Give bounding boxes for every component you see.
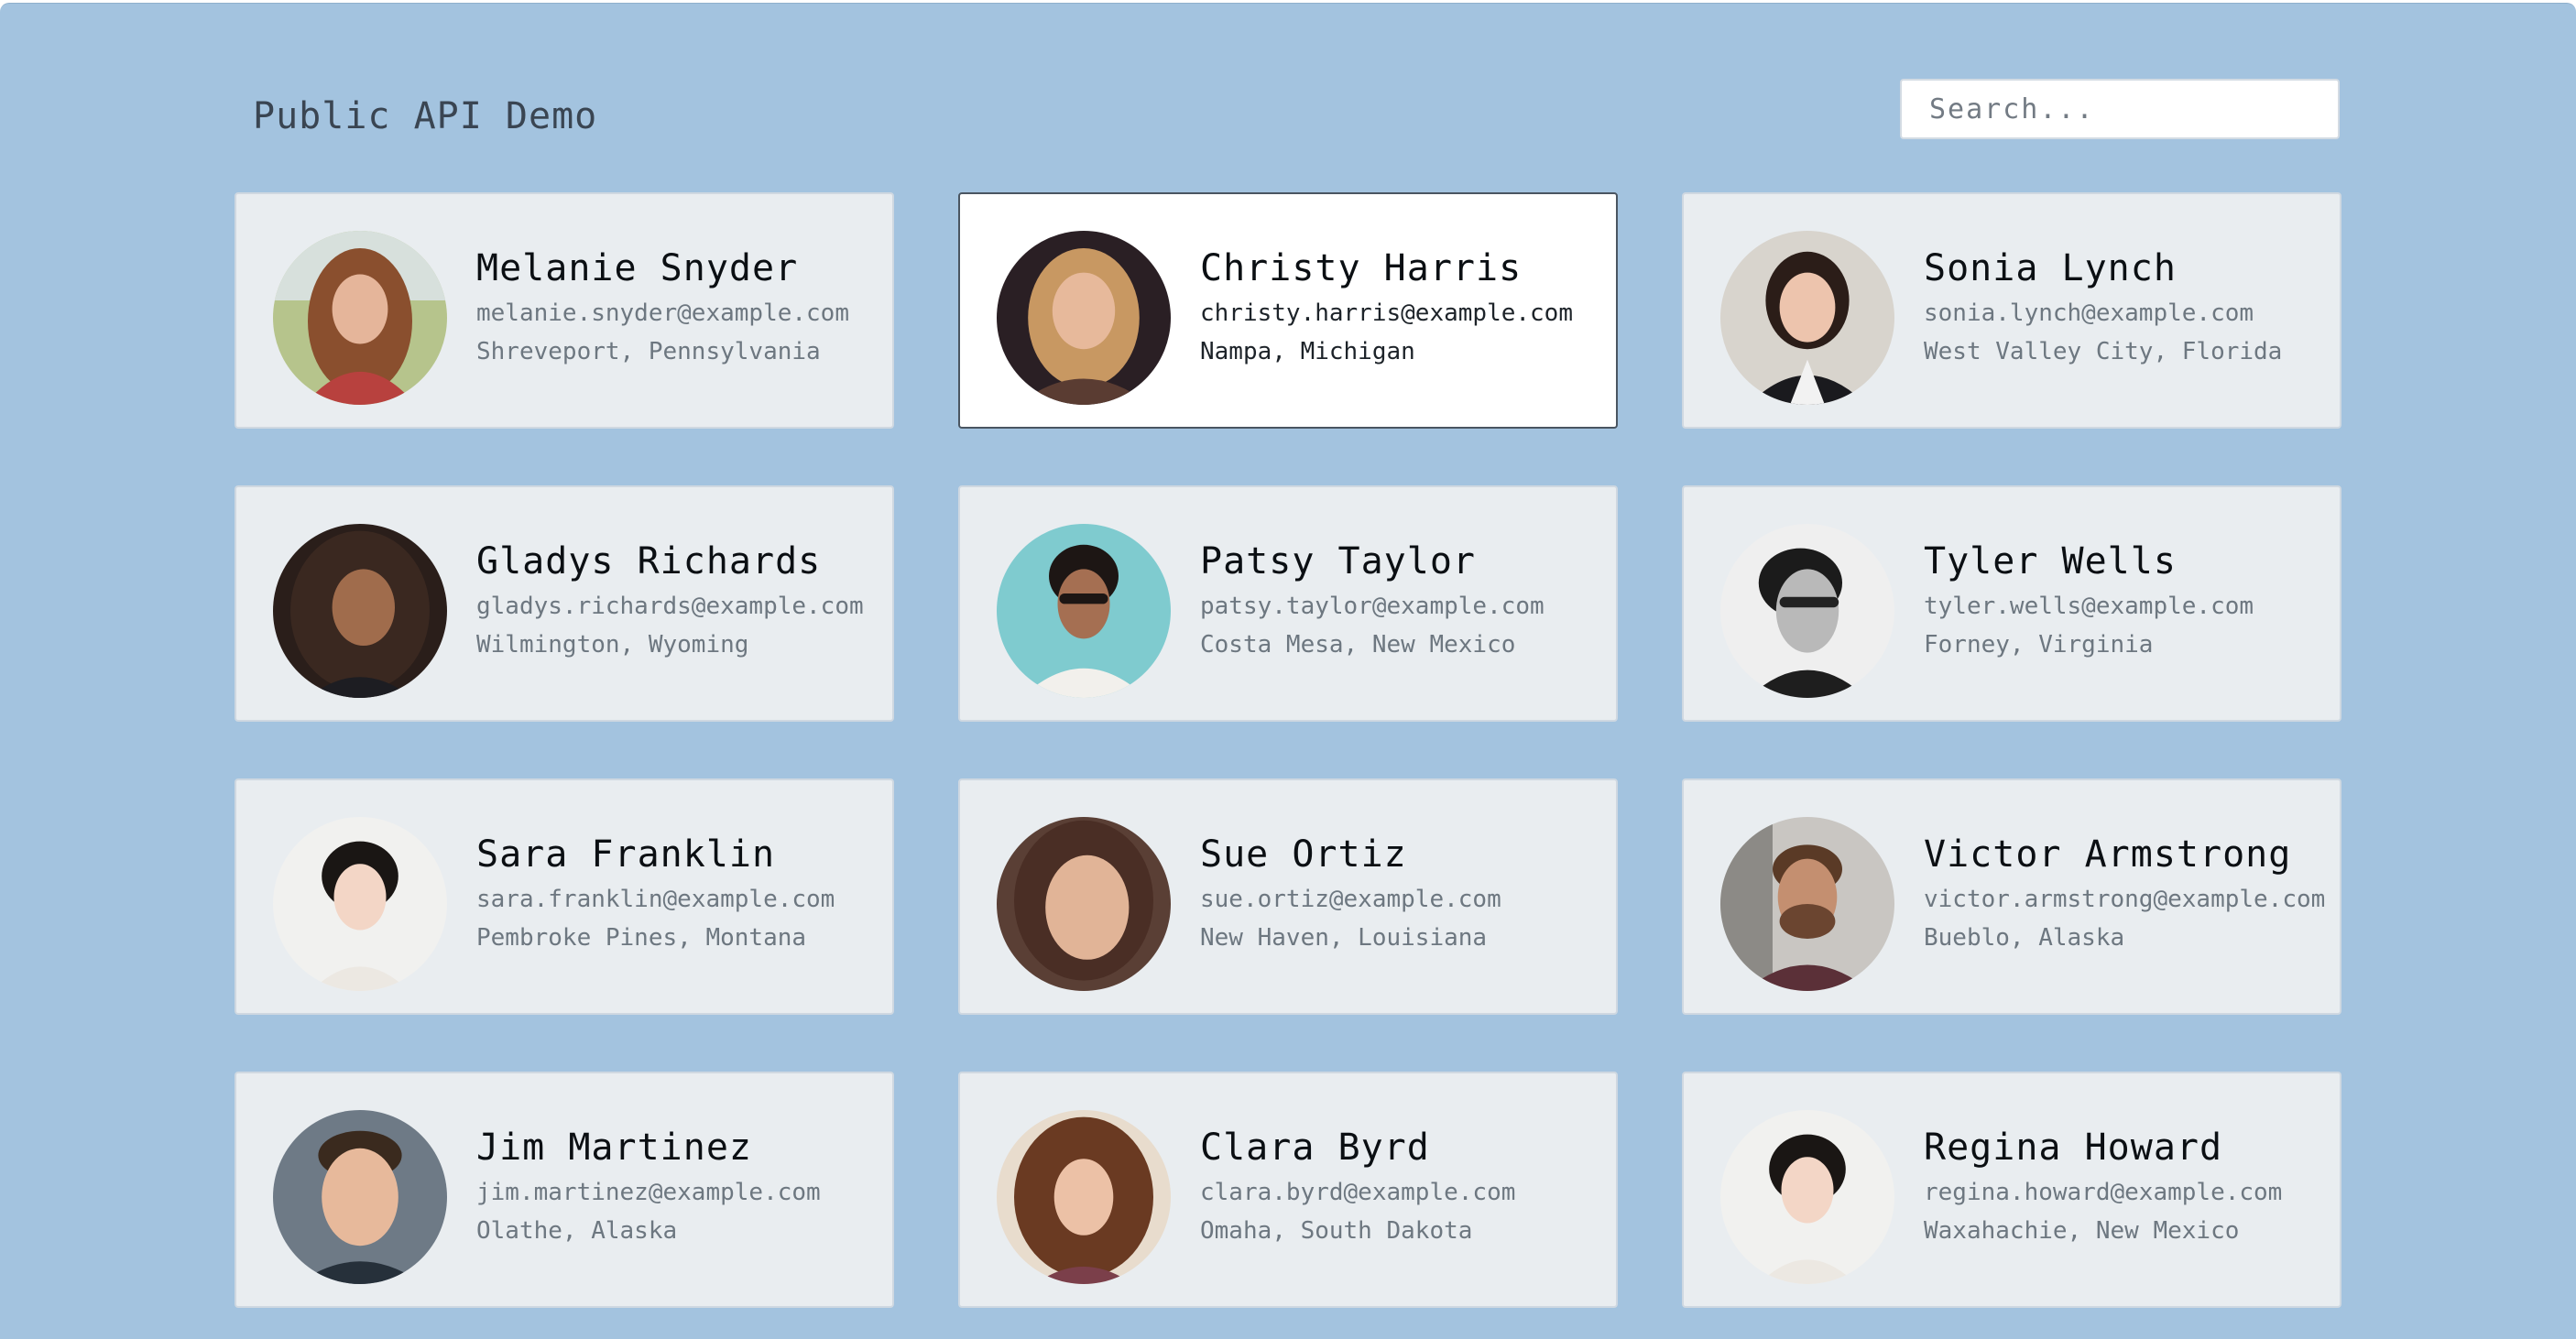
user-info: Regina Howard regina.howard@example.com … <box>1924 1127 2336 1247</box>
avatar <box>273 1110 447 1284</box>
user-info: Christy Harris christy.harris@example.co… <box>1200 247 1612 368</box>
avatar <box>273 817 447 991</box>
user-email: patsy.taylor@example.com <box>1200 593 1545 620</box>
user-location: Forney, Virginia <box>1924 631 2154 659</box>
avatar <box>997 817 1171 991</box>
user-info: Tyler Wells tyler.wells@example.com Forn… <box>1924 540 2336 661</box>
search-input[interactable] <box>1900 79 2340 139</box>
user-info: Sue Ortiz sue.ortiz@example.com New Have… <box>1200 833 1612 954</box>
user-card[interactable]: Regina Howard regina.howard@example.com … <box>1682 1072 2341 1308</box>
user-card[interactable]: Jim Martinez jim.martinez@example.com Ol… <box>235 1072 894 1308</box>
user-name: Christy Harris <box>1200 247 1523 289</box>
user-card[interactable]: Sara Franklin sara.franklin@example.com … <box>235 778 894 1015</box>
user-location: Pembroke Pines, Montana <box>476 924 807 952</box>
user-card[interactable]: Sue Ortiz sue.ortiz@example.com New Have… <box>958 778 1618 1015</box>
user-info: Patsy Taylor patsy.taylor@example.com Co… <box>1200 540 1612 661</box>
user-location: Waxahachie, New Mexico <box>1924 1217 2240 1245</box>
user-email: sara.franklin@example.com <box>476 886 835 913</box>
user-email: christy.harris@example.com <box>1200 299 1573 327</box>
user-info: Gladys Richards gladys.richards@example.… <box>476 540 889 661</box>
user-email: melanie.snyder@example.com <box>476 299 849 327</box>
user-email: gladys.richards@example.com <box>476 593 864 620</box>
avatar-photo <box>1720 524 1894 698</box>
user-card-grid: Melanie Snyder melanie.snyder@example.co… <box>235 192 2341 1308</box>
avatar-photo <box>273 524 447 698</box>
user-card[interactable]: Sonia Lynch sonia.lynch@example.com West… <box>1682 192 2341 429</box>
user-card[interactable]: Clara Byrd clara.byrd@example.com Omaha,… <box>958 1072 1618 1308</box>
user-email: jim.martinez@example.com <box>476 1179 821 1206</box>
avatar <box>1720 524 1894 698</box>
user-name: Tyler Wells <box>1924 540 2177 582</box>
user-name: Sara Franklin <box>476 833 776 876</box>
user-email: sue.ortiz@example.com <box>1200 886 1501 913</box>
user-location: New Haven, Louisiana <box>1200 924 1488 952</box>
user-info: Victor Armstrong victor.armstrong@exampl… <box>1924 833 2336 954</box>
avatar-photo <box>997 524 1171 698</box>
user-location: Wilmington, Wyoming <box>476 631 749 659</box>
avatar <box>273 231 447 405</box>
avatar <box>1720 231 1894 405</box>
user-email: victor.armstrong@example.com <box>1924 886 2326 913</box>
user-name: Sonia Lynch <box>1924 247 2177 289</box>
avatar-photo <box>997 817 1171 991</box>
user-email: tyler.wells@example.com <box>1924 593 2254 620</box>
user-location: West Valley City, Florida <box>1924 338 2283 365</box>
user-name: Patsy Taylor <box>1200 540 1476 582</box>
avatar-photo <box>1720 817 1894 991</box>
user-email: regina.howard@example.com <box>1924 1179 2283 1206</box>
user-info: Melanie Snyder melanie.snyder@example.co… <box>476 247 889 368</box>
avatar <box>997 1110 1171 1284</box>
avatar-photo <box>273 817 447 991</box>
user-location: Nampa, Michigan <box>1200 338 1415 365</box>
user-info: Clara Byrd clara.byrd@example.com Omaha,… <box>1200 1127 1612 1247</box>
avatar <box>1720 1110 1894 1284</box>
avatar-photo <box>1720 231 1894 405</box>
avatar-photo <box>273 231 447 405</box>
user-name: Clara Byrd <box>1200 1127 1430 1169</box>
user-card[interactable]: Tyler Wells tyler.wells@example.com Forn… <box>1682 485 2341 722</box>
user-location: Omaha, South Dakota <box>1200 1217 1473 1245</box>
user-name: Melanie Snyder <box>476 247 799 289</box>
user-card[interactable]: Christy Harris christy.harris@example.co… <box>958 192 1618 429</box>
avatar <box>273 524 447 698</box>
page-title: Public API Demo <box>253 95 598 137</box>
avatar <box>997 524 1171 698</box>
avatar-photo <box>997 231 1171 405</box>
user-email: clara.byrd@example.com <box>1200 1179 1516 1206</box>
avatar-photo <box>1720 1110 1894 1284</box>
user-email: sonia.lynch@example.com <box>1924 299 2254 327</box>
user-location: Shreveport, Pennsylvania <box>476 338 821 365</box>
user-name: Jim Martinez <box>476 1127 752 1169</box>
app-background: Public API Demo Melanie Snyder melanie.s… <box>0 3 2576 1339</box>
user-name: Regina Howard <box>1924 1127 2223 1169</box>
avatar <box>997 231 1171 405</box>
user-card[interactable]: Patsy Taylor patsy.taylor@example.com Co… <box>958 485 1618 722</box>
user-name: Gladys Richards <box>476 540 822 582</box>
avatar-photo <box>273 1110 447 1284</box>
avatar <box>1720 817 1894 991</box>
user-card[interactable]: Melanie Snyder melanie.snyder@example.co… <box>235 192 894 429</box>
user-location: Costa Mesa, New Mexico <box>1200 631 1516 659</box>
user-info: Sara Franklin sara.franklin@example.com … <box>476 833 889 954</box>
user-info: Sonia Lynch sonia.lynch@example.com West… <box>1924 247 2336 368</box>
user-location: Olathe, Alaska <box>476 1217 678 1245</box>
page-header: Public API Demo <box>235 79 2341 143</box>
user-info: Jim Martinez jim.martinez@example.com Ol… <box>476 1127 889 1247</box>
user-card[interactable]: Victor Armstrong victor.armstrong@exampl… <box>1682 778 2341 1015</box>
user-card[interactable]: Gladys Richards gladys.richards@example.… <box>235 485 894 722</box>
user-name: Sue Ortiz <box>1200 833 1407 876</box>
user-name: Victor Armstrong <box>1924 833 2292 876</box>
avatar-photo <box>997 1110 1171 1284</box>
user-location: Bueblo, Alaska <box>1924 924 2125 952</box>
